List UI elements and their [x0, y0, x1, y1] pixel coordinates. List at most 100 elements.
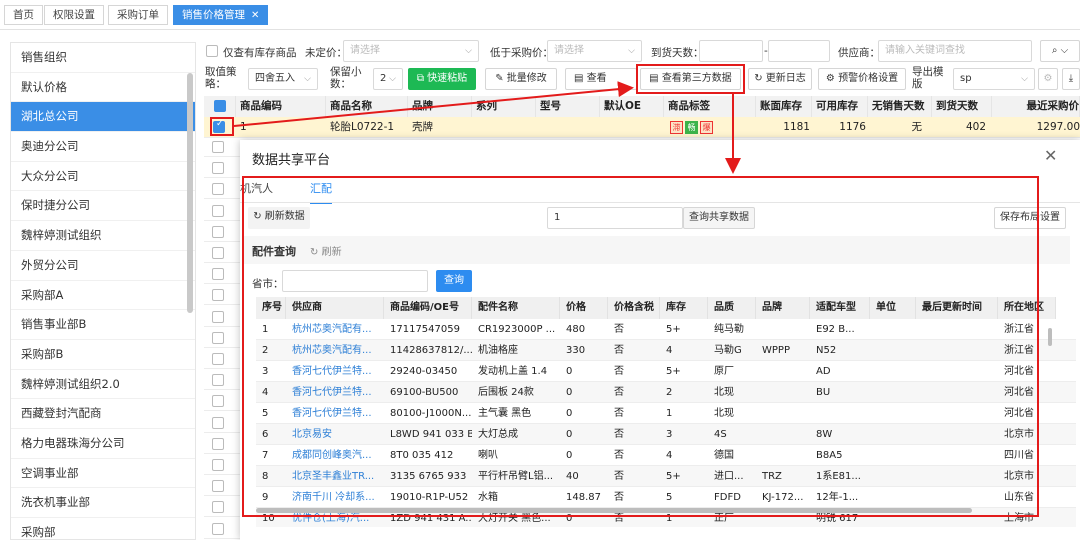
refresh-link[interactable]: ↻ 刷新: [310, 243, 342, 258]
sidebar-item[interactable]: 外贸分公司: [11, 251, 195, 281]
row-checkbox[interactable]: [212, 162, 224, 175]
row-checkbox[interactable]: [212, 480, 224, 493]
export-template-select[interactable]: sp ⌵: [953, 68, 1035, 90]
sidebar-item-selected[interactable]: 湖北总公司: [11, 102, 195, 133]
decimals-select[interactable]: 2 ⌵: [373, 68, 403, 90]
col-header[interactable]: 可用库存: [812, 96, 868, 117]
save-layout-button[interactable]: 保存布局设置: [994, 207, 1066, 229]
supplier-link[interactable]: 北京圣丰鑫业TR...: [286, 466, 384, 487]
col-header[interactable]: 供应商: [286, 297, 384, 319]
quick-paste-button[interactable]: ⧉ 快速粘贴: [408, 68, 476, 90]
col-header[interactable]: 所在地区: [998, 297, 1056, 319]
row-checkbox[interactable]: [212, 522, 224, 535]
row-checkbox[interactable]: [212, 331, 224, 344]
col-header[interactable]: 商品编码: [236, 96, 326, 117]
table-row[interactable]: 3 香河七代伊兰特... 29240-03450 发动机上盖 1.4 0 否 5+ 原厂 AD 河…: [256, 361, 1076, 382]
close-icon[interactable]: ✕: [1044, 146, 1057, 165]
tab-permissions[interactable]: 权限设置: [44, 5, 104, 25]
refresh-data-button[interactable]: ↻ 刷新数据: [248, 207, 310, 229]
col-header[interactable]: 无销售天数: [868, 96, 932, 117]
arrival-days-max[interactable]: [768, 40, 830, 62]
sidebar-item[interactable]: 洗衣机事业部: [11, 488, 195, 518]
tab-purchase-orders[interactable]: 采购订单: [108, 5, 168, 25]
row-checkbox[interactable]: [212, 183, 224, 196]
table-row[interactable]: 9 济南千川 冷却系... 19010-R1P-U52 水箱 148.87 否 5 FDFD K…: [256, 487, 1076, 508]
col-header[interactable]: 品牌: [756, 297, 810, 319]
sidebar-item[interactable]: 魏梓婷测试组织2.0: [11, 370, 195, 400]
supplier-link[interactable]: 香河七代伊兰特...: [286, 403, 384, 424]
col-header[interactable]: 适配车型: [810, 297, 870, 319]
unpriced-select[interactable]: 请选择 ⌵: [343, 40, 479, 62]
in-stock-checkbox[interactable]: [206, 45, 218, 57]
table-row[interactable]: 1 杭州芯奥汽配有... 17117547059 CR1923000P ... 480 否…: [256, 319, 1076, 340]
table-row[interactable]: 8 北京圣丰鑫业TR... 3135 6765 933 平行杆吊臂L铝... 40 否 5+…: [256, 466, 1076, 487]
row-checkbox[interactable]: [212, 353, 224, 365]
scrollbar[interactable]: [187, 73, 193, 313]
col-header[interactable]: 配件名称: [472, 297, 560, 319]
row-checkbox[interactable]: [212, 437, 224, 450]
view-button[interactable]: ▤ 查看: [565, 68, 637, 90]
row-checkbox[interactable]: [212, 416, 224, 429]
col-header[interactable]: 品牌: [408, 96, 472, 117]
horizontal-scrollbar[interactable]: [256, 508, 972, 513]
download-button[interactable]: ⤓: [1062, 68, 1080, 90]
sidebar-item[interactable]: 默认价格: [11, 73, 195, 103]
supplier-link[interactable]: 杭州芯奥汽配有...: [286, 319, 384, 340]
below-purchase-select[interactable]: 请选择 ⌵: [547, 40, 642, 62]
col-header[interactable]: 库存: [660, 297, 708, 319]
table-row[interactable]: 6 北京易安 L8WD 941 033 B 大灯总成 0 否 3 4S 8W 北京市: [256, 424, 1076, 445]
row-checkbox[interactable]: [212, 204, 224, 217]
sidebar-item[interactable]: 采购部B: [11, 340, 195, 370]
supplier-link[interactable]: 香河七代伊兰特...: [286, 382, 384, 403]
sidebar-item[interactable]: 西藏登封汽配商: [11, 399, 195, 429]
col-header[interactable]: 商品标签: [664, 96, 756, 117]
table-row[interactable]: 4 香河七代伊兰特... 69100-BU500 后围板 24款 0 否 2 北现 BU 河北省: [256, 382, 1076, 403]
sidebar-item[interactable]: 销售组织: [11, 43, 195, 73]
supplier-input[interactable]: 请输入关键词查找: [878, 40, 1032, 62]
sidebar-item[interactable]: 空调事业部: [11, 459, 195, 489]
search-button[interactable]: 查询: [436, 270, 472, 292]
share-query-input[interactable]: 1: [547, 207, 683, 229]
col-header[interactable]: 到货天数: [932, 96, 992, 117]
table-row[interactable]: 7 成都同创峰奥汽... 8T0 035 412 喇叭 0 否 4 德国 B8A5 四川省: [256, 445, 1076, 466]
col-header[interactable]: 商品编码/OE号: [384, 297, 472, 319]
price-alert-button[interactable]: ⚙ 预警价格设置: [818, 68, 906, 90]
batch-edit-button[interactable]: ✎ 批量修改: [485, 68, 557, 90]
row-checkbox[interactable]: [212, 395, 224, 408]
row-checkbox[interactable]: [212, 247, 224, 259]
table-row-selected[interactable]: ✓ 1 轮胎L0722-1 壳牌 滞畅爆 1181 1176 无 402 129…: [204, 117, 1080, 138]
sidebar-item[interactable]: 销售事业部B: [11, 310, 195, 340]
province-input[interactable]: [282, 270, 428, 292]
supplier-link[interactable]: 香河七代伊兰特...: [286, 361, 384, 382]
vertical-scrollbar[interactable]: [1048, 328, 1052, 346]
sidebar-item[interactable]: 大众分公司: [11, 162, 195, 192]
modal-tab-huipei[interactable]: 汇配: [310, 180, 332, 204]
sidebar-item[interactable]: 保时捷分公司: [11, 191, 195, 222]
col-header[interactable]: 系列: [472, 96, 536, 117]
row-checkbox[interactable]: [212, 289, 224, 302]
query-shared-button[interactable]: 查询共享数据: [683, 207, 755, 229]
tab-sales-price[interactable]: 销售价格管理 ✕: [173, 5, 269, 25]
row-checkbox[interactable]: [212, 374, 224, 387]
col-header[interactable]: 账面库存: [756, 96, 812, 117]
sidebar-item[interactable]: 采购部A: [11, 281, 195, 311]
row-checkbox[interactable]: [212, 268, 224, 281]
col-header[interactable]: 商品名称: [326, 96, 408, 117]
tab-home[interactable]: 首页: [4, 5, 43, 25]
settings-button[interactable]: ⚙: [1038, 68, 1058, 90]
row-checkbox[interactable]: [212, 225, 224, 238]
table-row[interactable]: 5 香河七代伊兰特... 80100-J1000N... 主气囊 黑色 0 否 1 北现 河北省: [256, 403, 1076, 424]
col-header[interactable]: 最后更新时间: [916, 297, 998, 319]
table-row[interactable]: 2 杭州芯奥汽配有... 11428637812/... 机油格座 330 否 4 马勒G WP…: [256, 340, 1076, 361]
sidebar-item[interactable]: 魏梓婷测试组织: [11, 221, 195, 251]
col-header[interactable]: 价格含税: [608, 297, 660, 319]
close-icon[interactable]: ✕: [251, 10, 259, 21]
col-header[interactable]: 单位: [870, 297, 916, 319]
sidebar-item[interactable]: 采购部: [11, 518, 195, 539]
update-log-button[interactable]: ↻ 更新日志: [748, 68, 812, 90]
col-header[interactable]: 序号: [256, 297, 286, 319]
rounding-select[interactable]: 四舍五入 ⌵: [248, 68, 318, 90]
row-checkbox[interactable]: [212, 501, 224, 514]
sidebar-item[interactable]: 格力电器珠海分公司: [11, 429, 195, 459]
row-checkbox[interactable]: [212, 310, 224, 323]
